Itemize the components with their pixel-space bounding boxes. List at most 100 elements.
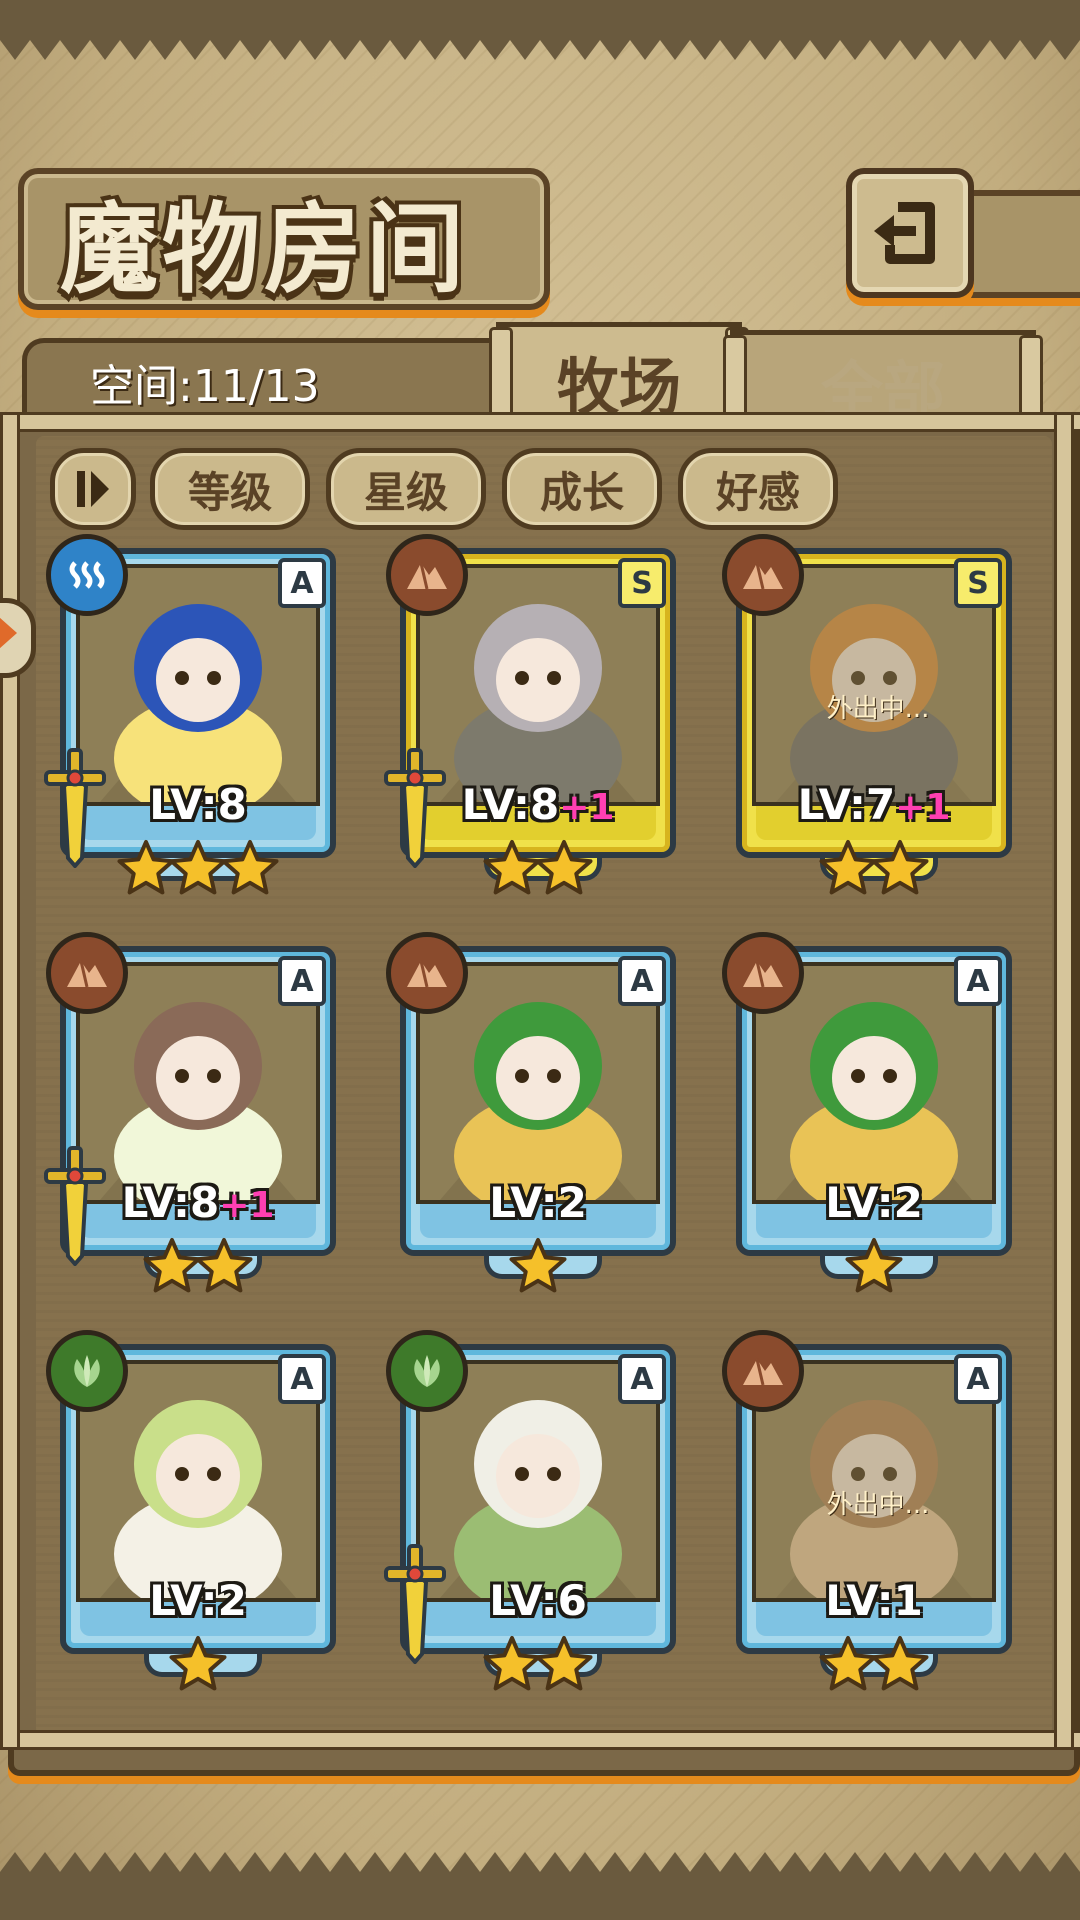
- page-title: 魔物房间: [60, 192, 469, 307]
- star-rating: [736, 1634, 1012, 1698]
- element-glyph: [407, 562, 447, 590]
- element-earth-icon: [46, 932, 128, 1014]
- element-earth-icon: [386, 932, 468, 1014]
- back-arrow-icon: [874, 202, 935, 264]
- level-value: LV:7: [797, 780, 896, 829]
- away-status-label: 外出中...: [826, 1490, 930, 1520]
- rank-badge: A: [278, 956, 326, 1006]
- monster-level: LV:2: [400, 1178, 676, 1227]
- monster-card[interactable]: S LV:8+1: [384, 534, 676, 896]
- right-arrow-icon: [0, 617, 17, 649]
- rank-badge: A: [954, 1354, 1002, 1404]
- star-icon: [871, 1636, 929, 1691]
- star-rating: [60, 838, 336, 902]
- monster-level: LV:6: [400, 1576, 676, 1625]
- monster-card[interactable]: 外出中... A LV:1: [722, 1330, 1012, 1692]
- star-icon: [845, 1238, 903, 1293]
- star-rating: [736, 1236, 1012, 1300]
- bottom-zigzag-border: [0, 1852, 1080, 1882]
- star-icon: [535, 840, 593, 895]
- sort-order-toggle-button[interactable]: [50, 448, 136, 530]
- level-bonus: +1: [219, 1185, 275, 1226]
- sort-by-growth-button[interactable]: 成长: [502, 448, 662, 530]
- level-value: LV:1: [825, 1576, 923, 1625]
- monster-level: LV:8+1: [400, 780, 676, 829]
- bottom-border: [0, 1880, 1080, 1920]
- monster-level: LV:2: [736, 1178, 1012, 1227]
- space-capacity: 空间:11/13: [90, 361, 320, 412]
- star-icon: [535, 1636, 593, 1691]
- element-glyph: [743, 562, 783, 590]
- panel-top-rail: [0, 412, 1080, 432]
- element-earth-icon: [722, 534, 804, 616]
- level-value: LV:8: [149, 780, 247, 829]
- element-glyph: [743, 1358, 783, 1386]
- sort-direction-icon: [77, 471, 109, 507]
- level-value: LV:8: [461, 780, 560, 829]
- rank-badge: A: [618, 956, 666, 1006]
- star-rating: [60, 1236, 336, 1300]
- monster-card[interactable]: 外出中... S LV:7+1: [722, 534, 1012, 896]
- star-rating: [736, 838, 1012, 902]
- element-glyph: [67, 960, 107, 988]
- level-value: LV:2: [825, 1178, 923, 1227]
- element-earth-icon: [722, 1330, 804, 1412]
- top-zigzag-border: [0, 30, 1080, 60]
- monster-card[interactable]: A LV:8+1: [44, 932, 336, 1294]
- element-glyph: [743, 960, 783, 988]
- level-bonus: +1: [895, 787, 951, 828]
- rank-badge: A: [278, 1354, 326, 1404]
- rank-badge: A: [954, 956, 1002, 1006]
- star-rating: [60, 1634, 336, 1698]
- star-icon: [483, 840, 541, 895]
- element-glyph: [74, 1355, 100, 1387]
- panel-right-rail: [1054, 412, 1074, 1750]
- star-icon: [483, 1636, 541, 1691]
- star-icon: [221, 840, 279, 895]
- element-earth-icon: [722, 932, 804, 1014]
- rank-badge: S: [954, 558, 1002, 608]
- element-glyph: [407, 960, 447, 988]
- sort-by-level-button[interactable]: 等级: [150, 448, 310, 530]
- level-value: LV:8: [121, 1178, 220, 1227]
- element-water-icon: [46, 534, 128, 616]
- level-bonus: +1: [559, 787, 615, 828]
- monster-card[interactable]: A LV:2: [46, 1330, 336, 1692]
- star-icon: [195, 1238, 253, 1293]
- star-rating: [400, 1236, 676, 1300]
- element-plant-icon: [386, 1330, 468, 1412]
- rank-badge: S: [618, 558, 666, 608]
- rank-badge: A: [278, 558, 326, 608]
- back-button[interactable]: [846, 168, 974, 298]
- star-icon: [819, 1636, 877, 1691]
- star-icon: [871, 840, 929, 895]
- element-plant-icon: [46, 1330, 128, 1412]
- element-glyph: [414, 1355, 440, 1387]
- star-icon: [117, 840, 175, 895]
- star-rating: [400, 1634, 676, 1698]
- monster-card[interactable]: A LV:6: [384, 1330, 676, 1692]
- sort-by-affection-button[interactable]: 好感: [678, 448, 838, 530]
- monster-level: LV:1: [736, 1576, 1012, 1625]
- star-rating: [400, 838, 676, 902]
- element-earth-icon: [386, 534, 468, 616]
- level-value: LV:2: [489, 1178, 587, 1227]
- monster-level: LV:8: [60, 780, 336, 829]
- monster-level: LV:7+1: [736, 780, 1012, 829]
- star-icon: [169, 840, 227, 895]
- monster-level: LV:2: [60, 1576, 336, 1625]
- away-status-label: 外出中...: [826, 694, 930, 724]
- monster-card[interactable]: A LV:8: [44, 534, 336, 896]
- level-value: LV:2: [149, 1576, 247, 1625]
- star-icon: [169, 1636, 227, 1691]
- level-value: LV:6: [489, 1576, 587, 1625]
- star-icon: [509, 1238, 567, 1293]
- element-glyph: [69, 561, 105, 589]
- panel-bottom-rail: [0, 1730, 1080, 1750]
- star-icon: [143, 1238, 201, 1293]
- star-icon: [819, 840, 877, 895]
- monster-card[interactable]: A LV:2: [386, 932, 676, 1294]
- monster-card[interactable]: A LV:2: [722, 932, 1012, 1294]
- monster-level: LV:8+1: [60, 1178, 336, 1227]
- sort-by-stars-button[interactable]: 星级: [326, 448, 486, 530]
